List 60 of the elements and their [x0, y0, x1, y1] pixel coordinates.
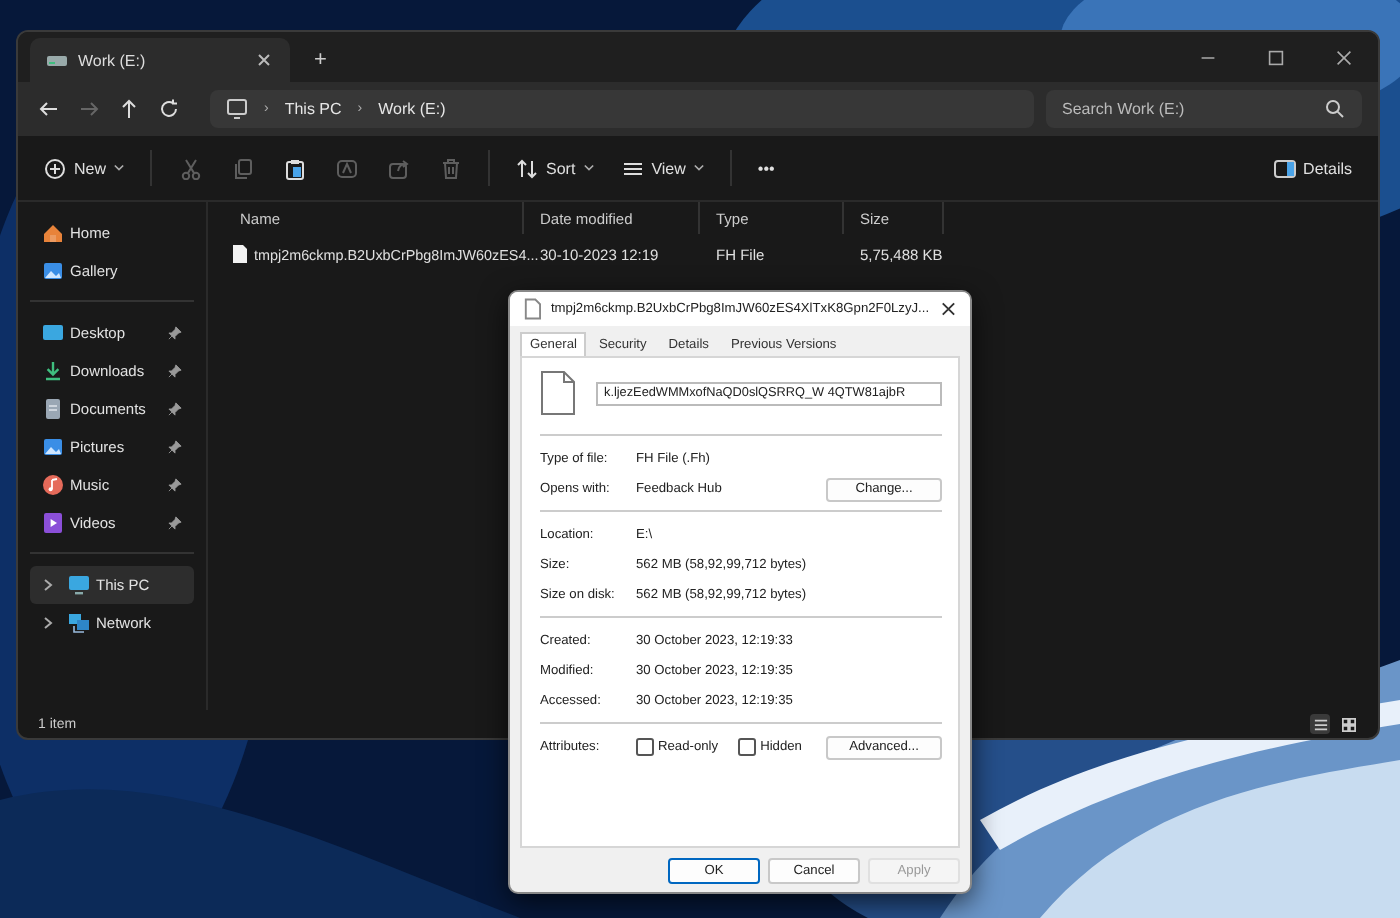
pin-icon [168, 326, 182, 340]
more-button[interactable]: ••• [747, 148, 785, 188]
pin-icon [168, 402, 182, 416]
chevron-icon[interactable] [42, 616, 54, 630]
view-button[interactable]: View [611, 148, 714, 188]
chevron-icon[interactable] [42, 578, 54, 592]
checkbox[interactable] [636, 738, 654, 756]
image-icon [42, 260, 64, 282]
rename-icon [335, 157, 358, 179]
download-icon [42, 360, 64, 382]
caret-icon [583, 164, 594, 172]
network-icon [68, 612, 90, 634]
refresh-icon [157, 98, 179, 120]
monitor-icon [68, 574, 90, 596]
home-icon [42, 222, 64, 244]
lines-icon [621, 157, 644, 179]
close-icon[interactable] [937, 298, 958, 320]
breadcrumb-item[interactable]: Work (E:) [378, 100, 446, 118]
pin-icon [168, 478, 182, 492]
close-icon [1336, 49, 1352, 65]
sort-button[interactable]: Sort [506, 148, 604, 188]
share-icon [387, 157, 410, 179]
monitor-icon [226, 98, 248, 120]
grid-icon [1341, 717, 1355, 731]
details-button[interactable]: Details [1263, 148, 1362, 188]
trash-icon [439, 157, 462, 179]
music-icon [42, 474, 64, 496]
new-button[interactable]: New [34, 148, 135, 188]
clipboard-icon [283, 157, 306, 179]
tiles-view-button[interactable] [1338, 714, 1358, 734]
details-view-button[interactable] [1310, 714, 1330, 734]
document-icon [42, 398, 64, 420]
scissors-icon [179, 157, 202, 179]
image-icon [42, 436, 64, 458]
panel-icon [1273, 157, 1296, 179]
file-icon [540, 370, 576, 416]
window-tab[interactable]: Work (E:) [30, 38, 290, 82]
plus-circle-icon [44, 157, 66, 179]
caret-icon [114, 164, 125, 172]
caret-icon [693, 164, 704, 172]
video-icon [42, 512, 64, 534]
close-icon[interactable] [254, 50, 274, 70]
forward-arrow-icon [77, 98, 99, 120]
pin-icon [168, 440, 182, 454]
breadcrumb-item[interactable]: This PC [284, 100, 342, 118]
sort-icon [516, 157, 539, 179]
back-arrow-icon [37, 98, 59, 120]
file-icon [232, 244, 248, 264]
maximize-icon [1268, 49, 1284, 65]
checkbox[interactable] [738, 738, 757, 756]
up-arrow-icon [117, 98, 139, 120]
search-icon [1324, 98, 1346, 120]
new-tab-button[interactable]: + [314, 48, 327, 72]
pin-icon [168, 516, 182, 530]
search-field[interactable]: Search Work (E:) [1046, 90, 1362, 128]
list-icon [1313, 717, 1327, 731]
copy-icon [231, 157, 254, 179]
file-icon [522, 298, 543, 320]
monitor-icon [42, 322, 64, 344]
pin-icon [168, 364, 182, 378]
